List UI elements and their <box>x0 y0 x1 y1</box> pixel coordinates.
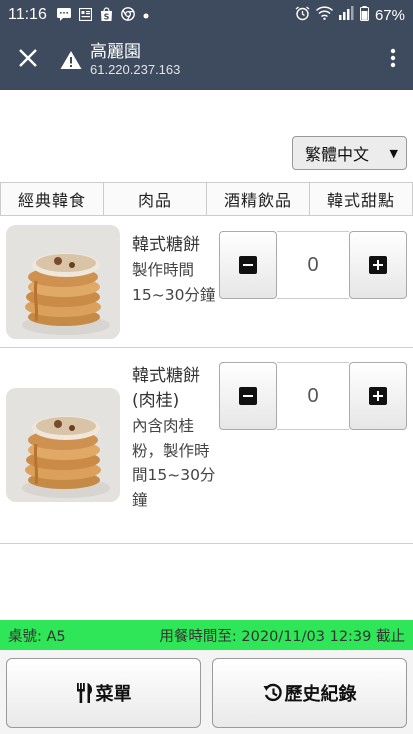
message-icon <box>56 7 71 23</box>
minus-icon <box>239 387 257 405</box>
utensils-icon <box>76 683 94 703</box>
page-title: 高麗園 <box>90 42 141 62</box>
increase-quantity-button[interactable] <box>349 231 407 299</box>
korean-sweet-pancake-cinnamon-photo <box>6 388 120 502</box>
warning-icon[interactable] <box>56 50 86 70</box>
alarm-icon <box>295 5 310 25</box>
tab-alcohol[interactable]: 酒精飲品 <box>207 182 310 216</box>
category-tabs: 經典韓食 肉品 酒精飲品 韓式甜點 <box>0 182 413 216</box>
notification-icons: S <box>56 7 149 23</box>
tab-classic-korean[interactable]: 經典韓食 <box>0 182 104 216</box>
tab-korean-dessert[interactable]: 韓式甜點 <box>310 182 413 216</box>
history-button-label: 歷史紀錄 <box>284 684 357 705</box>
page-content: 繁體中文 ▼ 經典韓食 肉品 酒精飲品 韓式甜點 韓式糖餅 製作時間15~30分… <box>0 90 413 620</box>
table-number: 桌號: A5 <box>8 628 66 645</box>
svg-text:S: S <box>103 13 109 22</box>
dot-icon <box>143 9 149 21</box>
language-selected: 繁體中文 <box>305 145 370 164</box>
quantity-value: 0 <box>277 231 349 299</box>
news-icon <box>78 7 92 23</box>
status-bar: 11:16 S 67% <box>0 0 413 30</box>
menu-button[interactable]: 菜單 <box>6 658 201 728</box>
decrease-quantity-button[interactable] <box>219 362 277 430</box>
table-info-bar: 桌號: A5 用餐時間至: 2020/11/03 12:39 截止 <box>0 620 413 650</box>
history-button[interactable]: 歷史紀錄 <box>212 658 407 728</box>
korean-sweet-pancake-photo <box>6 225 120 339</box>
item-name: 韓式糖餅(肉桂) <box>132 366 200 411</box>
wifi-icon <box>315 6 333 24</box>
language-select[interactable]: 繁體中文 ▼ <box>292 136 407 170</box>
plus-icon <box>369 387 387 405</box>
page-url: 61.220.237.163 <box>90 62 181 77</box>
increase-quantity-button[interactable] <box>349 362 407 430</box>
signal-icon <box>338 6 354 24</box>
chrome-icon <box>120 7 135 23</box>
history-icon <box>263 683 283 703</box>
menu-button-label: 菜單 <box>95 684 132 705</box>
quantity-value: 0 <box>277 362 349 430</box>
item-name: 韓式糖餅 <box>132 235 200 255</box>
minus-icon <box>239 256 257 274</box>
status-time: 11:16 <box>8 6 47 23</box>
caret-down-icon: ▼ <box>389 146 398 160</box>
item-description: 內含肉桂粉，製作時間15~30分鐘 <box>132 417 216 509</box>
tab-meat[interactable]: 肉品 <box>104 182 207 216</box>
close-icon[interactable] <box>0 45 56 75</box>
decrease-quantity-button[interactable] <box>219 231 277 299</box>
plus-icon <box>369 256 387 274</box>
item-description: 製作時間15~30分鐘 <box>132 261 216 304</box>
more-vertical-icon[interactable] <box>373 48 413 73</box>
bottom-bar: 菜單 歷史紀錄 <box>0 650 413 734</box>
dining-deadline: 用餐時間至: 2020/11/03 12:39 截止 <box>159 628 405 645</box>
shopping-bag-icon: S <box>100 7 113 23</box>
battery-icon <box>359 5 369 25</box>
page-title-block: 高麗園 61.220.237.163 <box>90 42 180 78</box>
browser-header: 高麗園 61.220.237.163 <box>0 30 413 90</box>
system-status: 67% <box>295 5 405 25</box>
menu-item: 韓式糖餅 製作時間15~30分鐘 0 <box>0 217 413 348</box>
battery-level: 67% <box>374 6 405 24</box>
menu-item: 韓式糖餅(肉桂) 內含肉桂粉，製作時間15~30分鐘 0 <box>0 348 413 544</box>
